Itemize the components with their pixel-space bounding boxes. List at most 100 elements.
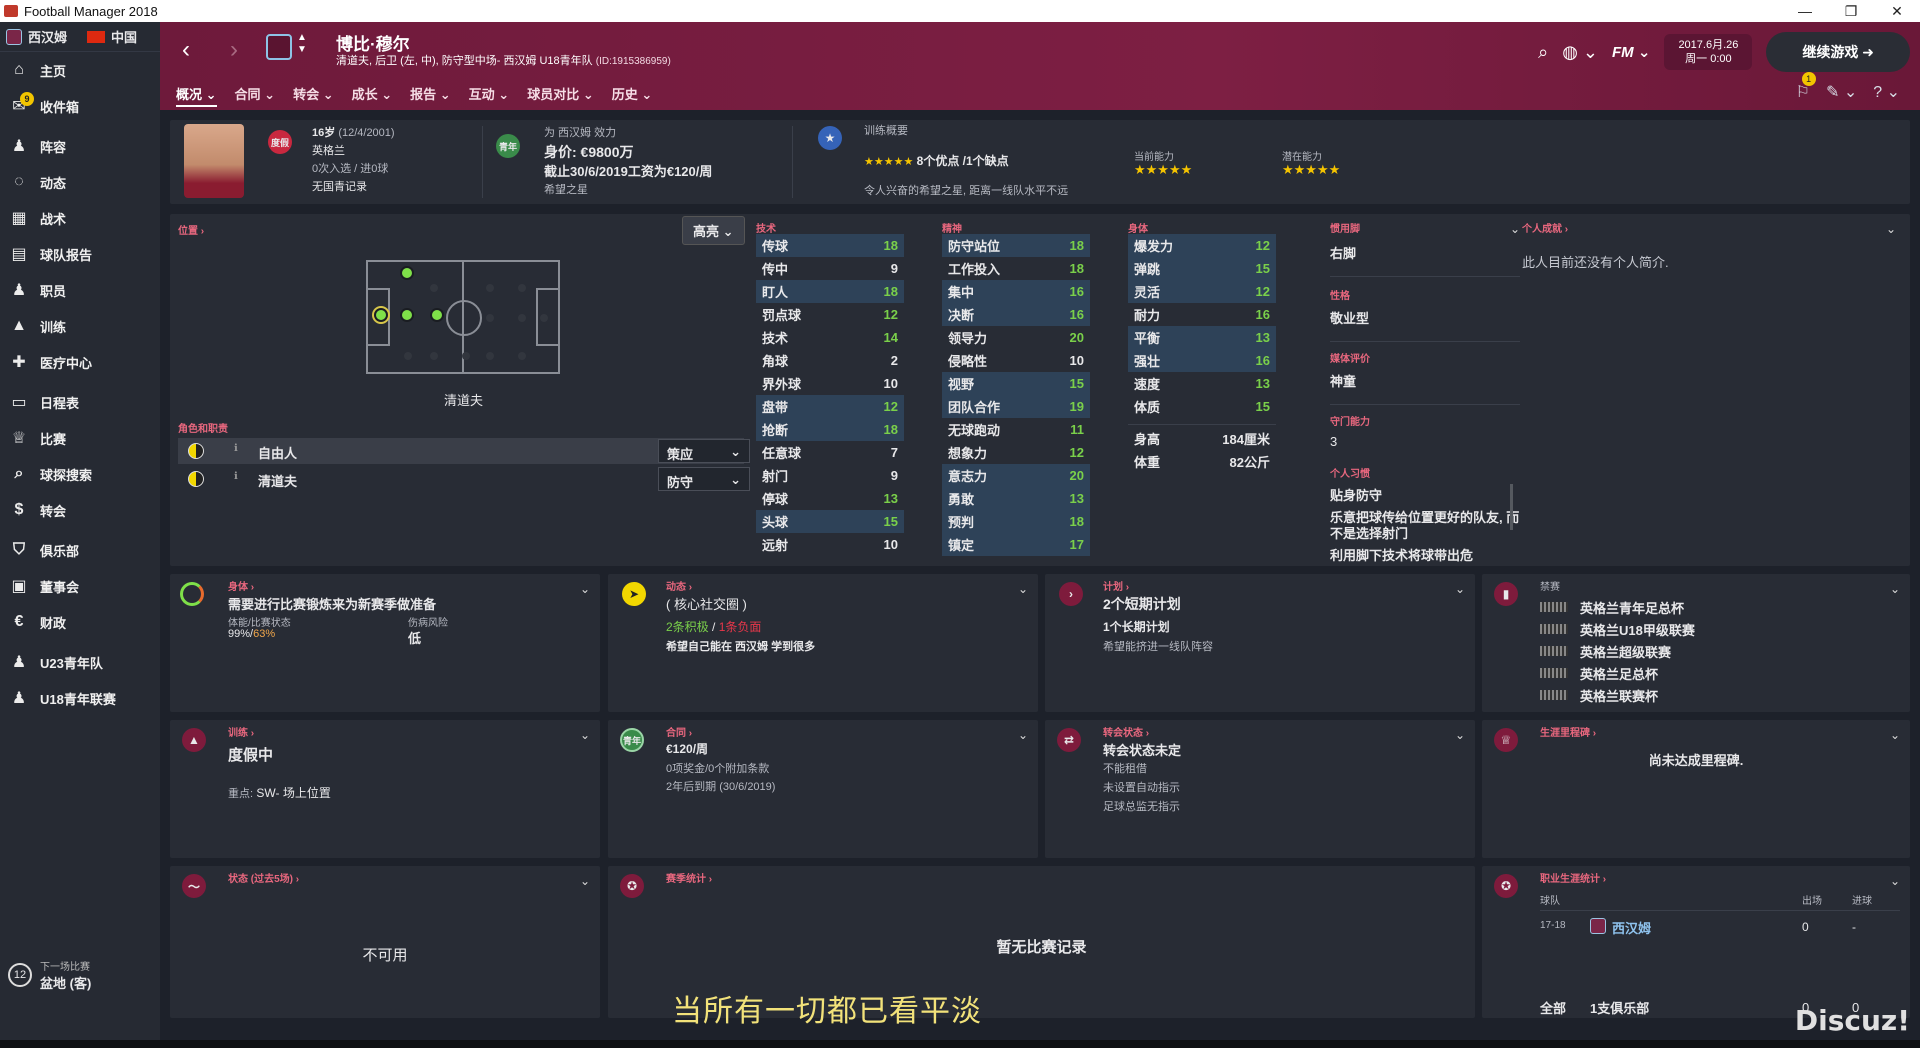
maximize-button[interactable]: ❐ <box>1828 3 1874 20</box>
career-club[interactable]: 西汉姆 <box>1612 918 1651 937</box>
info-icon[interactable]: ℹ <box>234 471 238 482</box>
season-stats-label[interactable]: 赛季统计 › <box>666 870 712 885</box>
attribute-row[interactable]: 领导力 20 <box>942 326 1090 349</box>
sidebar-item-board[interactable]: ▣ 董事会 <box>0 568 160 604</box>
back-arrow-icon[interactable]: ‹ <box>182 36 190 64</box>
chevron-down-icon[interactable]: ⌄ <box>1510 222 1520 236</box>
duty-dropdown[interactable]: 策应 ⌄ <box>658 439 750 463</box>
sidebar-item-u18[interactable]: ♟ U18青年联赛 <box>0 680 160 716</box>
training-card-label[interactable]: 训练 › <box>228 724 254 739</box>
chevron-down-icon[interactable]: ⌄ <box>1455 582 1465 596</box>
sidebar-item-scout-search[interactable]: ⌕ 球探搜索 <box>0 456 160 492</box>
attribute-row[interactable]: 集中 16 <box>942 280 1090 303</box>
tab-5[interactable]: 互动 ⌄ <box>469 84 510 107</box>
attribute-row[interactable]: 强壮 16 <box>1128 349 1276 372</box>
attribute-row[interactable]: 爆发力 12 <box>1128 234 1276 257</box>
edit-icon[interactable]: ✎ ⌄ <box>1826 82 1857 102</box>
attribute-row[interactable]: 头球 15 <box>756 510 904 533</box>
habits-scrollbar[interactable] <box>1510 484 1513 530</box>
sidebar-item-training[interactable]: ▲ 训练 <box>0 308 160 344</box>
tab-3[interactable]: 成长 ⌄ <box>352 84 393 107</box>
sidebar-item-tactics[interactable]: ▦ 战术 <box>0 200 160 236</box>
attribute-row[interactable]: 远射 10 <box>756 533 904 556</box>
attribute-row[interactable]: 团队合作 19 <box>942 395 1090 418</box>
info-icon[interactable]: ℹ <box>234 443 238 454</box>
career-row[interactable]: 17-18 西汉姆 0 - <box>1540 916 1900 938</box>
sidebar-item-u23[interactable]: ♟ U23青年队 <box>0 644 160 680</box>
continue-button[interactable]: 继续游戏 ➜ <box>1766 32 1910 72</box>
attribute-row[interactable]: 无球跑动 11 <box>942 418 1090 441</box>
tab-1[interactable]: 合同 ⌄ <box>235 84 276 107</box>
sidebar-item-staff[interactable]: ♟ 职员 <box>0 272 160 308</box>
chevron-down-icon[interactable]: ⌄ <box>580 874 590 888</box>
attribute-row[interactable]: 平衡 13 <box>1128 326 1276 349</box>
attribute-row[interactable]: 速度 13 <box>1128 372 1276 395</box>
fm-menu-button[interactable]: FM ⌄ <box>1612 43 1650 61</box>
sidebar-item-club[interactable]: ⛉ 俱乐部 <box>0 532 160 568</box>
player-switch-icon[interactable]: ▲ ▼ <box>297 32 307 56</box>
transfer-card-label[interactable]: 转会状态 › <box>1103 724 1149 739</box>
attribute-row[interactable]: 角球 2 <box>756 349 904 372</box>
attribute-row[interactable]: 镇定 17 <box>942 533 1090 556</box>
attribute-row[interactable]: 停球 13 <box>756 487 904 510</box>
tab-7[interactable]: 历史 ⌄ <box>612 84 653 107</box>
close-button[interactable]: ✕ <box>1874 3 1920 20</box>
sidebar-club-switcher[interactable]: 西汉姆 中国 <box>0 22 160 52</box>
attribute-row[interactable]: 技术 14 <box>756 326 904 349</box>
attribute-row[interactable]: 盯人 18 <box>756 280 904 303</box>
attribute-row[interactable]: 侵略性 10 <box>942 349 1090 372</box>
attribute-row[interactable]: 勇敢 13 <box>942 487 1090 510</box>
chevron-down-icon[interactable]: ⌄ <box>1890 728 1900 742</box>
attribute-row[interactable]: 射门 9 <box>756 464 904 487</box>
highlight-dropdown[interactable]: 高亮 ⌄ <box>682 216 745 245</box>
chevron-down-icon[interactable]: ⌄ <box>580 728 590 742</box>
chevron-down-icon[interactable]: ⌄ <box>1018 582 1028 596</box>
tab-4[interactable]: 报告 ⌄ <box>410 84 451 107</box>
role-row[interactable]: ℹ 清道夫 防守 ⌄ <box>178 466 750 492</box>
attribute-row[interactable]: 视野 15 <box>942 372 1090 395</box>
plans-card-label[interactable]: 计划 › <box>1103 578 1129 593</box>
forward-arrow-icon[interactable]: › <box>230 36 238 64</box>
chevron-down-icon[interactable]: ⌄ <box>1890 582 1900 596</box>
search-icon[interactable]: ⌕ <box>1538 42 1548 63</box>
attribute-row[interactable]: 抢断 18 <box>756 418 904 441</box>
attribute-row[interactable]: 任意球 7 <box>756 441 904 464</box>
sidebar-item-transfer[interactable]: $ 转会 <box>0 492 160 528</box>
sidebar-item-finance[interactable]: € 财政 <box>0 604 160 640</box>
sidebar-item-calendar[interactable]: ▭ 日程表 <box>0 384 160 420</box>
sidebar-item-report[interactable]: ▤ 球队报告 <box>0 236 160 272</box>
chevron-down-icon[interactable]: ⌄ <box>1890 874 1900 888</box>
sidebar-item-home[interactable]: ⌂ 主页 <box>0 52 160 88</box>
dynamics-card-label[interactable]: 动态 › <box>666 578 692 593</box>
milestones-card-label[interactable]: 生涯里程碑 › <box>1540 724 1596 739</box>
role-row[interactable]: ℹ 自由人 策应 ⌄ <box>178 438 750 464</box>
tab-2[interactable]: 转会 ⌄ <box>293 84 334 107</box>
attribute-row[interactable]: 传球 18 <box>756 234 904 257</box>
attribute-row[interactable]: 预判 18 <box>942 510 1090 533</box>
career-stats-label[interactable]: 职业生涯统计 › <box>1540 870 1606 885</box>
duty-dropdown[interactable]: 防守 ⌄ <box>658 467 750 491</box>
chevron-down-icon[interactable]: ⌄ <box>580 582 590 596</box>
attribute-row[interactable]: 体质 15 <box>1128 395 1276 418</box>
date-display[interactable]: 2017.6月.26 周一 0:00 <box>1664 34 1753 70</box>
attribute-row[interactable]: 决断 16 <box>942 303 1090 326</box>
attribute-row[interactable]: 传中 9 <box>756 257 904 280</box>
attribute-row[interactable]: 弹跳 15 <box>1128 257 1276 280</box>
attribute-row[interactable]: 灵活 12 <box>1128 280 1276 303</box>
chevron-down-icon[interactable]: ⌄ <box>1455 728 1465 742</box>
attribute-row[interactable]: 工作投入 18 <box>942 257 1090 280</box>
club-crest-icon[interactable] <box>266 34 292 60</box>
position-label[interactable]: 位置 › <box>178 222 204 237</box>
attribute-row[interactable]: 罚点球 12 <box>756 303 904 326</box>
sidebar-item-medical[interactable]: ✚ 医疗中心 <box>0 344 160 380</box>
minimize-button[interactable]: — <box>1782 3 1828 20</box>
attribute-row[interactable]: 界外球 10 <box>756 372 904 395</box>
attribute-row[interactable]: 耐力 16 <box>1128 303 1276 326</box>
achievements-label[interactable]: 个人成就 › <box>1522 220 1568 235</box>
attribute-row[interactable]: 意志力 20 <box>942 464 1090 487</box>
physical-card-label[interactable]: 身体 › <box>228 578 254 593</box>
attribute-row[interactable]: 想象力 12 <box>942 441 1090 464</box>
tab-0[interactable]: 概况 ⌄ <box>176 84 217 107</box>
attribute-row[interactable]: 防守站位 18 <box>942 234 1090 257</box>
globe-icon[interactable]: ◍ ⌄ <box>1562 42 1598 63</box>
